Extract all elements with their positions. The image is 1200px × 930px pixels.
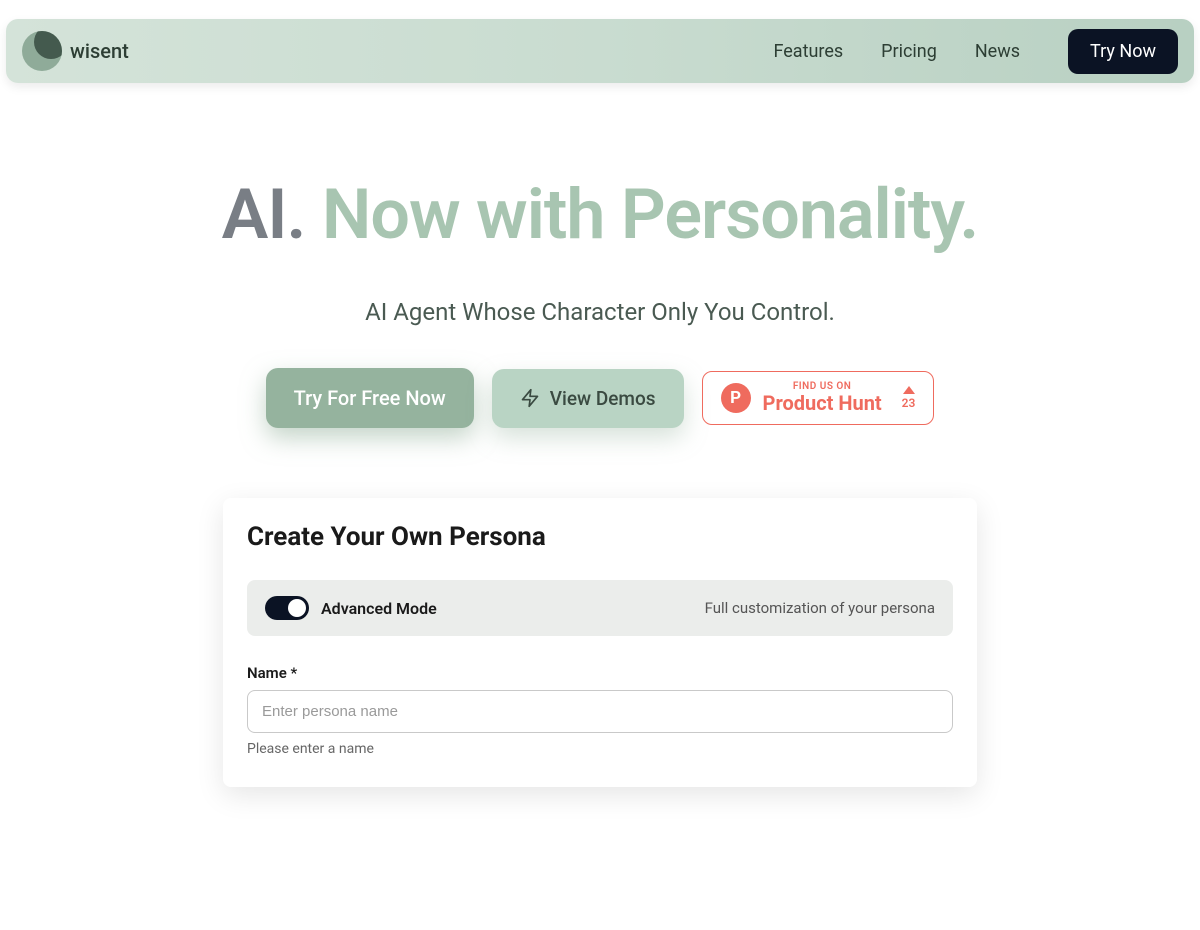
- persona-card-title: Create Your Own Persona: [247, 522, 953, 552]
- zap-icon: [520, 388, 540, 408]
- mode-left: Advanced Mode: [265, 596, 437, 620]
- product-hunt-icon: P: [721, 383, 751, 413]
- advanced-mode-toggle[interactable]: [265, 596, 309, 620]
- mode-description: Full customization of your persona: [705, 599, 935, 617]
- nav-links: Features Pricing News Try Now: [773, 29, 1178, 74]
- cta-row: Try For Free Now View Demos P FIND US ON…: [0, 368, 1200, 428]
- product-hunt-count: 23: [902, 386, 916, 410]
- product-hunt-text: FIND US ON Product Hunt: [763, 382, 882, 414]
- hero-title-green: Now with Personality.: [322, 174, 979, 256]
- nav-pricing[interactable]: Pricing: [881, 41, 937, 62]
- hero-subtitle: AI Agent Whose Character Only You Contro…: [0, 298, 1200, 326]
- product-hunt-big: Product Hunt: [763, 393, 882, 414]
- name-label: Name *: [247, 664, 953, 682]
- upvote-icon: [903, 386, 915, 394]
- hero-title: AI. Now with Personality.: [0, 180, 1200, 250]
- nav-features[interactable]: Features: [773, 41, 843, 62]
- navbar: wisent Features Pricing News Try Now: [6, 19, 1194, 83]
- persona-card: Create Your Own Persona Advanced Mode Fu…: [223, 498, 977, 787]
- brand-name: wisent: [70, 39, 129, 63]
- hero-title-dark: AI.: [222, 174, 306, 256]
- persona-name-input[interactable]: [247, 690, 953, 733]
- try-now-button[interactable]: Try Now: [1068, 29, 1178, 74]
- mode-label: Advanced Mode: [321, 599, 437, 618]
- name-help-text: Please enter a name: [247, 741, 953, 757]
- logo-icon: [22, 31, 62, 71]
- nav-news[interactable]: News: [975, 41, 1020, 62]
- mode-bar: Advanced Mode Full customization of your…: [247, 580, 953, 636]
- view-demos-button[interactable]: View Demos: [492, 369, 684, 428]
- toggle-knob: [288, 599, 306, 617]
- product-hunt-number: 23: [902, 396, 916, 410]
- logo[interactable]: wisent: [22, 31, 129, 71]
- product-hunt-badge[interactable]: P FIND US ON Product Hunt 23: [702, 371, 935, 425]
- view-demos-label: View Demos: [550, 387, 656, 410]
- hero-section: AI. Now with Personality. AI Agent Whose…: [0, 180, 1200, 428]
- try-free-button[interactable]: Try For Free Now: [266, 368, 474, 428]
